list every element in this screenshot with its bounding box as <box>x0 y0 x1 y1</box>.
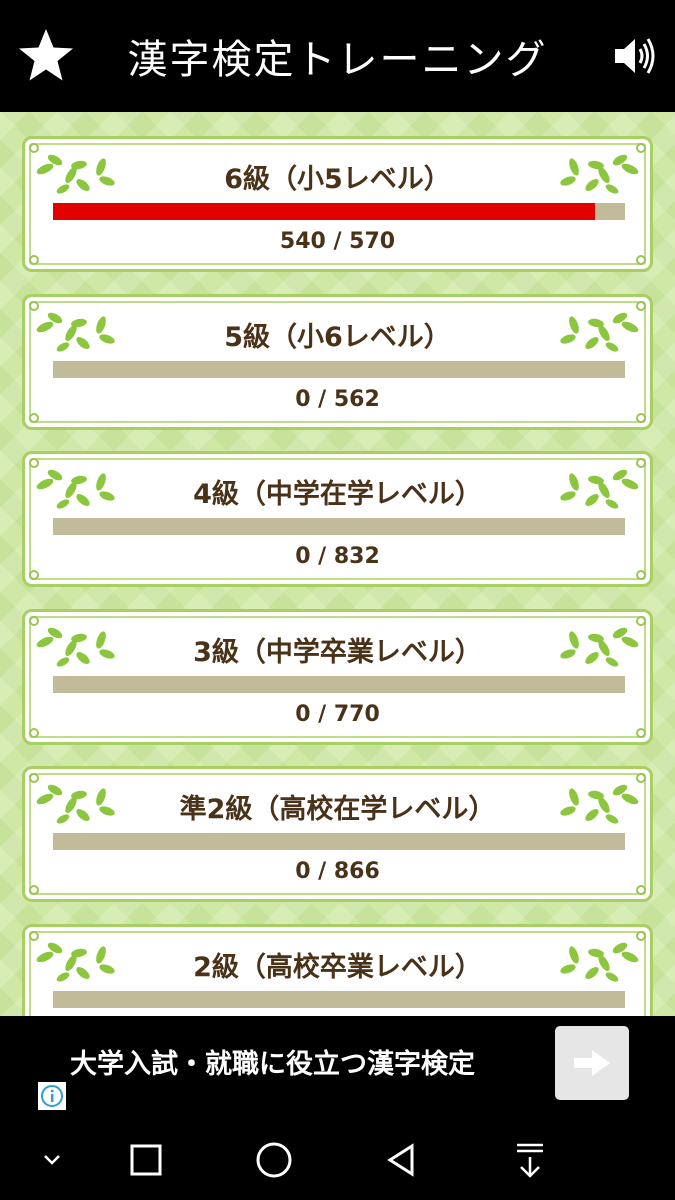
ad-arrow-button[interactable] <box>555 1026 629 1100</box>
level-title: 準2級（高校在学レベル） <box>179 794 496 825</box>
level-card[interactable]: 5級（小6レベル） 0 / 562 <box>22 293 653 430</box>
progress-count: 540 / 570 <box>279 229 396 254</box>
progress-bar <box>53 360 625 378</box>
progress-count: 0 / 770 <box>295 701 380 727</box>
chevron-down-icon[interactable] <box>28 1136 76 1184</box>
info-icon[interactable] <box>38 1082 66 1110</box>
home-circle-icon[interactable] <box>250 1136 298 1184</box>
level-list: 6級（小5レベル） 540 / 570 5級（小6レベル） 0 / 562 4級… <box>0 112 675 1016</box>
ad-banner[interactable]: 大学入試・就職に役立つ漢字検定 <box>0 1016 675 1120</box>
level-title: 5級（小6レベル） <box>224 321 451 353</box>
progress-fill <box>53 203 595 220</box>
progress-bar <box>53 990 625 1008</box>
progress-count: 0 / 562 <box>295 386 380 412</box>
level-title: 3級（中学卒業レベル） <box>193 636 482 668</box>
app-bar: 漢字検定トレーニング <box>0 0 675 112</box>
progress-count: 0 / 866 <box>295 859 380 884</box>
arrow-right-icon <box>574 1050 610 1076</box>
recents-square-icon[interactable] <box>122 1136 170 1184</box>
progress-bar <box>53 675 625 693</box>
app-title: 漢字検定トレーニング <box>127 37 548 83</box>
progress-bar <box>53 833 625 850</box>
level-title: 6級（小5レベル） <box>224 164 451 195</box>
level-card[interactable]: 2級（高校卒業レベル） <box>22 923 653 1016</box>
download-icon[interactable] <box>506 1136 554 1184</box>
level-card[interactable]: 準2級（高校在学レベル） 0 / 866 <box>22 766 653 902</box>
level-card[interactable]: 6級（小5レベル） 540 / 570 <box>22 136 653 272</box>
level-card[interactable]: 4級（中学在学レベル） 0 / 832 <box>22 451 653 587</box>
progress-bar <box>53 518 625 535</box>
progress-count: 0 / 832 <box>295 544 380 569</box>
back-triangle-icon[interactable] <box>378 1136 426 1184</box>
star-icon[interactable] <box>14 24 78 88</box>
system-navbar <box>0 1120 675 1200</box>
progress-bar <box>53 203 625 220</box>
level-title: 4級（中学在学レベル） <box>193 479 482 510</box>
level-card[interactable]: 3級（中学卒業レベル） 0 / 770 <box>22 608 653 745</box>
ad-text: 大学入試・就職に役立つ漢字検定 <box>70 1049 475 1080</box>
speaker-icon[interactable] <box>609 30 661 82</box>
level-title: 2級（高校卒業レベル） <box>193 951 482 983</box>
